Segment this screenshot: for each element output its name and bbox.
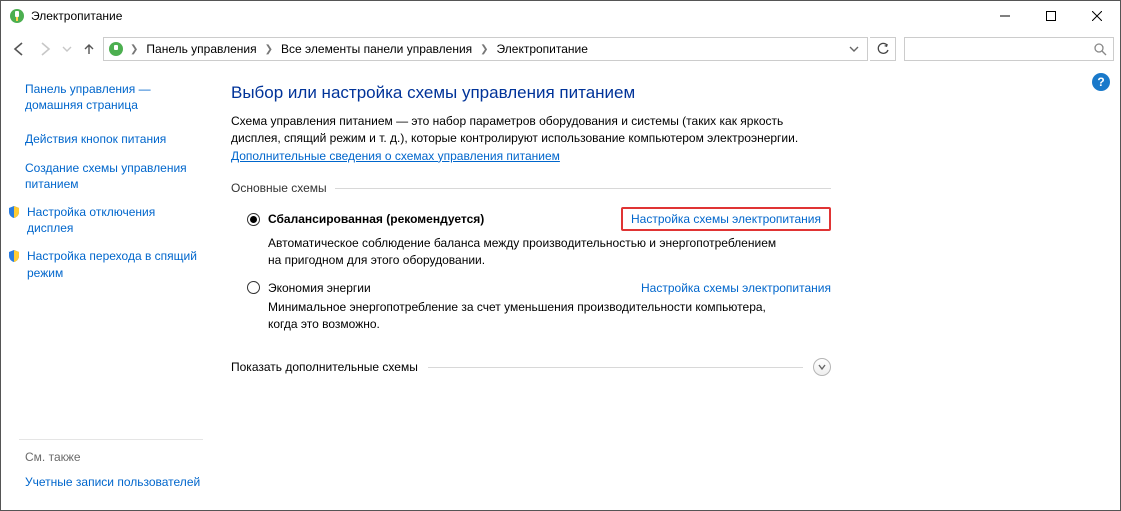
plan-description: Автоматическое соблюдение баланса между … [268,235,788,269]
breadcrumb-item[interactable]: Электропитание [495,42,590,56]
plans-group: Основные схемы Сбалансированная (рекомен… [231,181,831,332]
page-heading: Выбор или настройка схемы управления пит… [231,83,1100,103]
sidebar-link-label: Настройка перехода в спящий режим [27,248,203,280]
address-dropdown-icon[interactable] [845,44,863,54]
chevron-right-icon[interactable]: ❯ [263,44,275,55]
maximize-button[interactable] [1028,1,1074,31]
sidebar-link-display-off[interactable]: Настройка отключения дисплея [7,204,203,236]
breadcrumb-item[interactable]: Панель управления [144,42,258,56]
plan-name[interactable]: Сбалансированная (рекомендуется) [268,212,484,226]
sidebar: Панель управления — домашняя страница Де… [1,67,211,510]
window-controls [982,1,1120,31]
app-icon [9,8,25,24]
breadcrumb-bar[interactable]: ❯ Панель управления ❯ Все элементы панел… [103,37,868,61]
group-legend: Основные схемы [231,181,327,195]
power-plan-saver: Экономия энергии Настройка схемы электро… [247,281,831,333]
search-input[interactable] [904,37,1114,61]
sidebar-link-sleep[interactable]: Настройка перехода в спящий режим [7,248,203,280]
divider [428,367,803,368]
address-bar: ❯ Панель управления ❯ Все элементы панел… [1,31,1120,67]
radio-saver[interactable] [247,281,260,294]
minimize-button[interactable] [982,1,1028,31]
sidebar-link-label: Настройка отключения дисплея [27,204,203,236]
sidebar-link-create-plan[interactable]: Создание схемы управления питанием [25,160,203,192]
main-content: Выбор или настройка схемы управления пит… [211,67,1120,510]
radio-balanced[interactable] [247,213,260,226]
search-icon [1093,42,1107,56]
chevron-right-icon[interactable]: ❯ [478,44,490,55]
change-plan-settings-link[interactable]: Настройка схемы электропитания [621,207,831,231]
shield-icon [7,249,21,263]
sidebar-link-power-buttons[interactable]: Действия кнопок питания [25,131,203,147]
page-description: Схема управления питанием — это набор па… [231,113,811,165]
recent-button[interactable] [59,37,75,61]
forward-button[interactable] [33,37,57,61]
divider [335,188,831,189]
chevron-right-icon[interactable]: ❯ [128,44,140,55]
change-plan-settings-link[interactable]: Настройка схемы электропитания [641,281,831,295]
show-more-label: Показать дополнительные схемы [231,360,418,374]
close-button[interactable] [1074,1,1120,31]
shield-icon [7,205,21,219]
back-button[interactable] [7,37,31,61]
power-plan-balanced: Сбалансированная (рекомендуется) Настрой… [247,207,831,269]
titlebar: Электропитание [1,1,1120,31]
sidebar-link-user-accounts[interactable]: Учетные записи пользователей [25,474,203,490]
control-panel-icon [108,41,124,57]
breadcrumb-item[interactable]: Все элементы панели управления [279,42,474,56]
plan-description: Минимальное энергопотребление за счет ум… [268,299,788,333]
refresh-button[interactable] [870,37,896,61]
plan-name[interactable]: Экономия энергии [268,281,371,295]
see-also-label: См. также [25,450,203,464]
up-button[interactable] [77,37,101,61]
window-title: Электропитание [31,9,982,23]
show-additional-plans[interactable]: Показать дополнительные схемы [231,358,831,376]
window: Электропитание ❯ Панель управления ❯ Все… [0,0,1121,511]
learn-more-link[interactable]: Дополнительные сведения о схемах управле… [231,149,560,163]
description-text: Схема управления питанием — это набор па… [231,114,798,145]
content-body: ? Панель управления — домашняя страница … [1,67,1120,510]
control-panel-home-link[interactable]: Панель управления — домашняя страница [25,81,203,113]
chevron-down-icon[interactable] [813,358,831,376]
